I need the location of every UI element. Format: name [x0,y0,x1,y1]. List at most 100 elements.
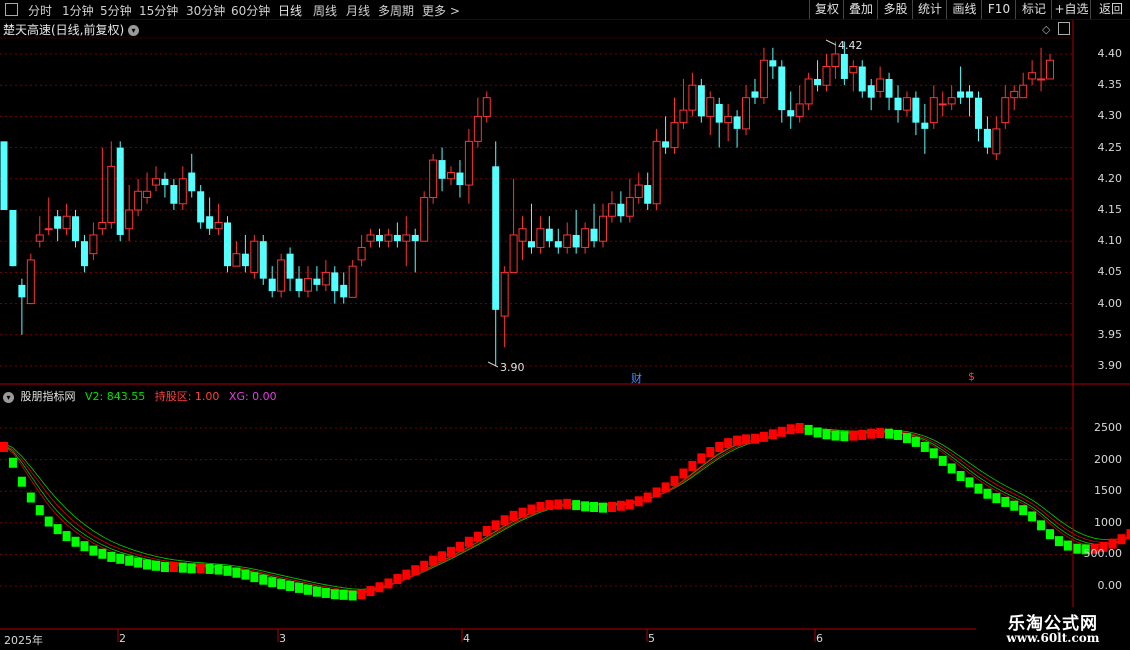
candle-body-down [295,278,303,292]
indicator-block [357,589,366,600]
price-tick-label: 3.95 [1097,327,1123,341]
candle-body-up [679,109,688,124]
candle-body-down [116,147,124,235]
candlesticks [0,41,1054,366]
indicator-block [572,500,581,511]
candle-body-up [1019,84,1028,99]
candle-body-up [348,265,357,298]
candle-body-down [72,216,80,242]
candle-body-down [912,97,920,123]
indicator-block [715,441,724,452]
candle-body-down [206,216,214,229]
candle-body-down [456,172,464,186]
indicator-block [992,493,1001,504]
candle-body-up [1001,97,1010,124]
indicator-block [598,502,607,513]
chevron-down-icon[interactable]: ▾ [3,391,14,403]
dividend-marker[interactable]: $ [968,370,975,383]
indicator-block [902,433,911,444]
candle-body-up [303,278,312,292]
kline-chart [0,20,1130,642]
candle-body-down [814,78,822,86]
candle-body-down [957,91,965,98]
indicator-block [670,476,679,487]
indicator-block [849,430,858,441]
candle-body-up [849,65,858,74]
indicator-tick-label: 2000 [1094,452,1122,466]
indicator-block [554,499,563,510]
candle-body-up [232,253,241,267]
candle-body-up [822,65,831,86]
candle-body-up [500,271,509,317]
candle-body-up [509,234,518,273]
indicator-block [652,487,661,498]
indicator-block [750,433,759,444]
indicator-block [813,427,822,438]
indicator-block [116,553,125,564]
candle-body-up [464,140,473,186]
candle-body-down [974,97,982,129]
candle-body-down [0,141,8,210]
price-tick-label: 4.10 [1097,234,1123,248]
indicator-block [26,492,35,503]
indicator-block [98,548,107,559]
indicator-block [420,560,429,571]
indicator-block [259,574,268,585]
candle-body-up [402,234,411,242]
indicator-block [840,431,849,442]
indicator-block [688,460,697,471]
candle-body-up [724,115,733,124]
indicator-block [223,565,232,576]
candle-body-down [545,228,553,242]
candle-body-up [518,228,527,242]
candle-body-up [652,140,661,205]
indicator-block [1063,540,1072,551]
indicator-block [447,546,456,557]
candle-body-down [224,222,232,267]
candle-body-down [438,160,446,179]
indicator-block [303,584,312,595]
candle-body-down [572,234,580,248]
candle-body-up [473,115,482,142]
candle-body-down [9,210,17,267]
indicator-block [607,502,616,512]
candle-body-up [536,228,545,248]
indicator-block [679,468,688,479]
indicator-block [885,428,894,439]
indicator-block [321,587,330,598]
watermark: 乐淘公式网 www.60lt.com [976,607,1130,650]
indicator-block [518,507,527,518]
candle-body-down [80,241,88,267]
candle-body-up [742,97,751,130]
indicator-block [268,577,277,588]
indicator-block [1019,505,1028,516]
indicator-block [1001,496,1010,507]
indicator-block [643,492,652,503]
indicator-block [482,526,491,537]
indicator-block [1054,536,1063,547]
indicator-block [500,515,509,526]
indicator-block [938,455,947,466]
candle-body-down [787,110,795,117]
candle-body-down [662,141,670,148]
diamond-icon[interactable]: ◇ [1042,23,1050,36]
candle-body-down [840,54,848,79]
indicator-block [330,589,339,600]
candle-body-down [778,66,786,111]
indicator-block [429,555,438,566]
candle-body-up [938,103,947,106]
date-tick-label: 6 [816,632,823,645]
candle-body-up [947,97,956,105]
panel-toggle-icon[interactable] [1058,22,1070,35]
candle-body-up [125,209,134,230]
candle-body-down [885,78,893,98]
candle-body-up [89,234,98,255]
candle-body-up [35,234,44,242]
indicator-block [295,582,304,593]
indicator-block [473,531,482,542]
indicator-block [134,557,143,568]
price-tick-label: 4.25 [1097,140,1123,154]
candle-body-down [286,253,294,279]
finance-marker[interactable]: 财 [631,370,642,386]
candle-body-up [98,221,107,230]
